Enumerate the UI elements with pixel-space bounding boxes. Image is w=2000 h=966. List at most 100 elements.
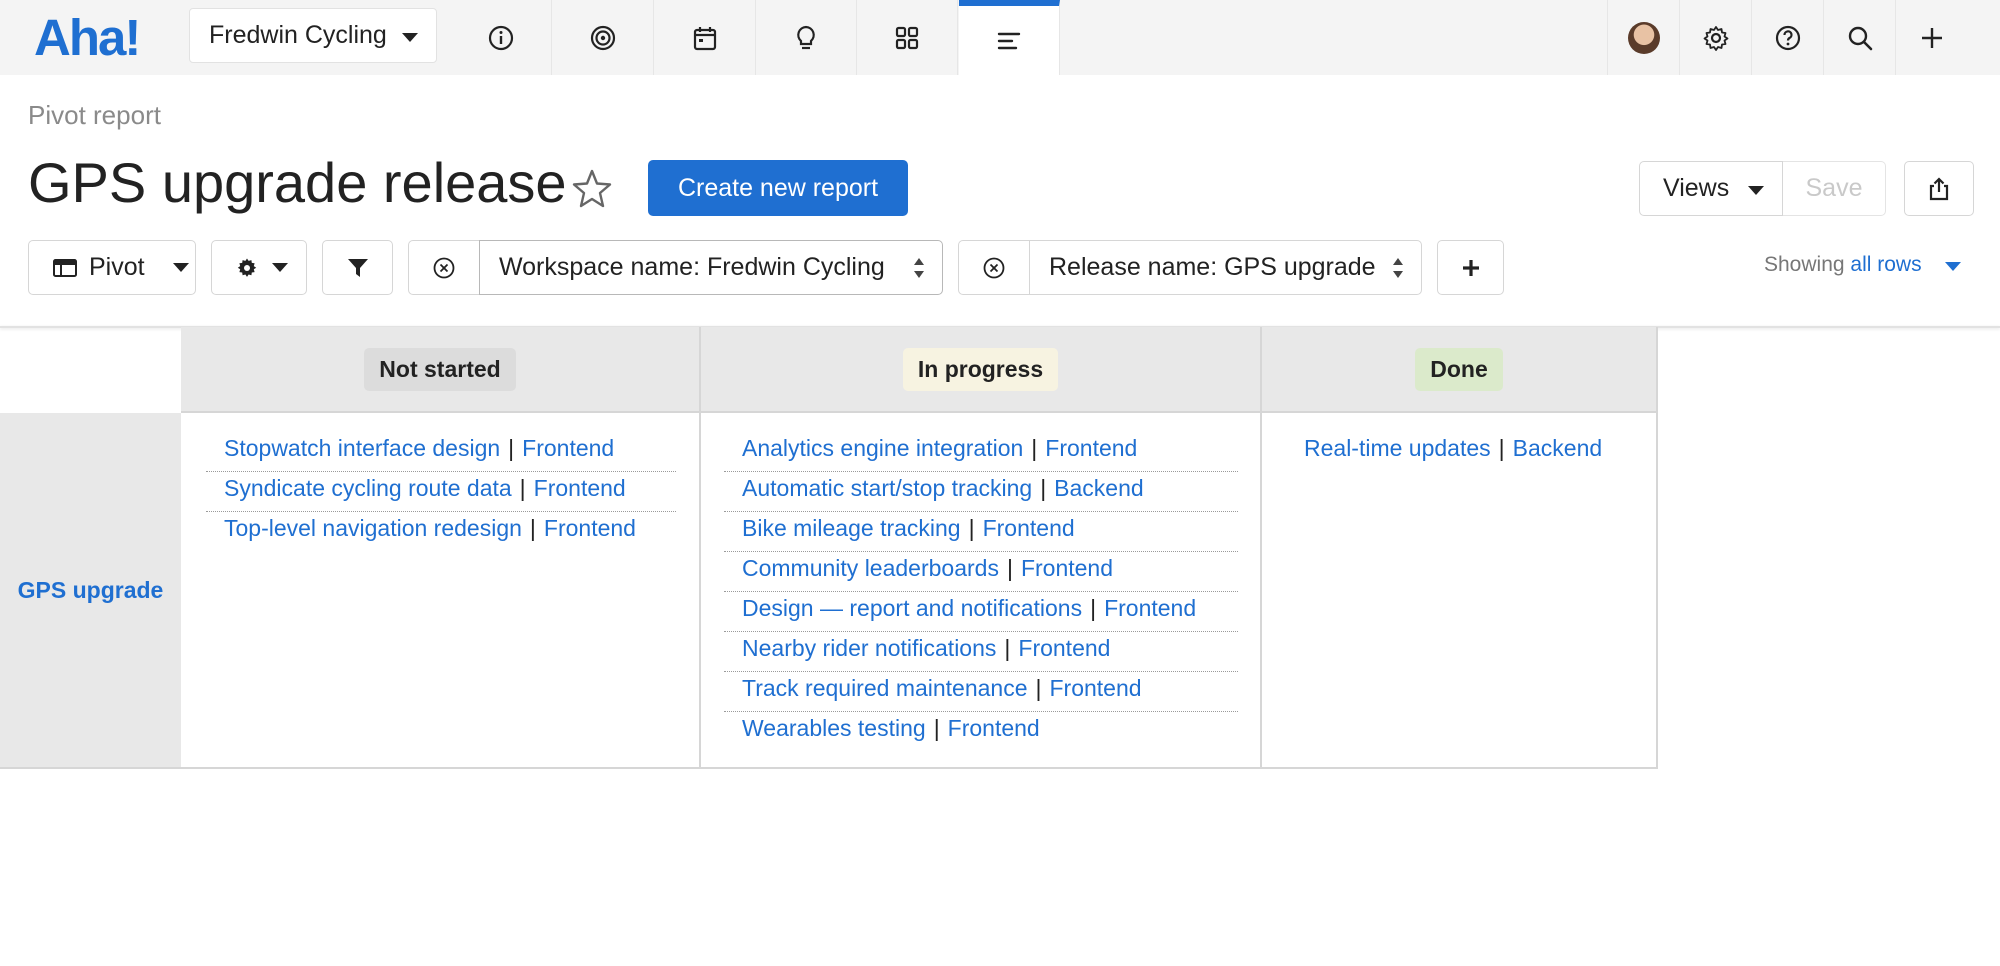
team-link[interactable]: Frontend [522, 435, 614, 461]
chevron-down-icon [402, 33, 418, 42]
column-header-done: Done [1262, 327, 1658, 413]
remove-filter-button[interactable] [958, 240, 1030, 295]
divider [724, 551, 1238, 552]
save-button[interactable]: Save [1783, 161, 1886, 216]
status-badge: Not started [364, 347, 516, 391]
apps-tab[interactable] [857, 0, 958, 75]
sort-arrows-icon [914, 258, 924, 278]
page-title: GPS upgrade release [28, 151, 567, 214]
divider [724, 471, 1238, 472]
help-icon [1775, 25, 1800, 50]
team-link[interactable]: Frontend [948, 715, 1040, 741]
list-item: Automatic start/stop tracking | Backend [742, 475, 1144, 501]
list-item: Track required maintenance | Frontend [742, 675, 1142, 701]
feature-link[interactable]: Automatic start/stop tracking [742, 475, 1032, 501]
team-link[interactable]: Frontend [1045, 435, 1137, 461]
chevron-down-icon[interactable] [1945, 262, 1961, 271]
team-link[interactable]: Frontend [1018, 635, 1110, 661]
help-button[interactable] [1751, 0, 1823, 75]
overview-tab[interactable] [451, 0, 552, 75]
create-new-report-button[interactable]: Create new report [648, 160, 908, 216]
grid-icon [895, 26, 919, 49]
list-item: Real-time updates | Backend [1304, 435, 1603, 461]
search-button[interactable] [1823, 0, 1895, 75]
workspace-filter-select[interactable]: Workspace name: Fredwin Cycling [479, 240, 943, 295]
feature-link[interactable]: Real-time updates [1304, 435, 1491, 461]
breadcrumb[interactable]: Pivot report [28, 100, 161, 131]
roadmap-tab[interactable] [959, 0, 1060, 75]
sort-arrows-icon [1393, 258, 1403, 278]
remove-filter-button[interactable] [408, 240, 480, 295]
list-item: Nearby rider notifications | Frontend [742, 635, 1111, 661]
list-item: Community leaderboards | Frontend [742, 555, 1113, 581]
target-icon [590, 25, 616, 50]
search-icon [1848, 26, 1872, 50]
profile-button[interactable] [1607, 0, 1679, 75]
add-filter-button[interactable] [1437, 240, 1504, 295]
views-button[interactable]: Views [1639, 161, 1783, 216]
plus-icon [1921, 27, 1942, 48]
star-icon[interactable] [570, 167, 614, 211]
team-link[interactable]: Frontend [544, 515, 636, 541]
status-badge: Done [1415, 347, 1503, 391]
top-nav: Aha! Fredwin Cycling [0, 0, 2000, 75]
filter-button[interactable] [322, 240, 393, 295]
all-rows-link[interactable]: all rows [1850, 253, 1921, 276]
avatar [1627, 21, 1660, 54]
divider [724, 591, 1238, 592]
column-header-in-progress: In progress [701, 327, 1262, 413]
feature-link[interactable]: Design — report and notifications [742, 595, 1082, 621]
divider [206, 511, 676, 512]
ideas-tab[interactable] [756, 0, 857, 75]
close-circle-icon [433, 257, 455, 278]
goals-tab[interactable] [553, 0, 654, 75]
column-header-not-started: Not started [181, 327, 701, 413]
feature-link[interactable]: Community leaderboards [742, 555, 999, 581]
feature-link[interactable]: Wearables testing [742, 715, 926, 741]
settings-dropdown[interactable] [211, 240, 307, 295]
list-item: Syndicate cycling route data | Frontend [224, 475, 626, 501]
feature-link[interactable]: Stopwatch interface design [224, 435, 500, 461]
divider [724, 631, 1238, 632]
row-count-indicator: Showing all rows [1764, 253, 1922, 277]
team-link[interactable]: Frontend [983, 515, 1075, 541]
feature-link[interactable]: Nearby rider notifications [742, 635, 996, 661]
team-link[interactable]: Frontend [1104, 595, 1196, 621]
team-link[interactable]: Frontend [1050, 675, 1142, 701]
settings-button[interactable] [1679, 0, 1751, 75]
release-filter-select[interactable]: Release name: GPS upgrade [1029, 240, 1422, 295]
feature-link[interactable]: Syndicate cycling route data [224, 475, 512, 501]
team-link[interactable]: Frontend [1021, 555, 1113, 581]
divider [724, 671, 1238, 672]
feature-link[interactable]: Top-level navigation redesign [224, 515, 522, 541]
workspace-name: Fredwin Cycling [209, 21, 387, 49]
close-circle-icon [983, 257, 1005, 278]
team-link[interactable]: Backend [1054, 475, 1144, 501]
team-link[interactable]: Frontend [534, 475, 626, 501]
gear-icon [1703, 25, 1728, 51]
pivot-cell-not-started: Stopwatch interface design | Frontend Synd… [181, 413, 701, 769]
feature-link[interactable]: Track required maintenance [742, 675, 1028, 701]
share-icon [1929, 176, 1949, 200]
calendar-tab[interactable] [655, 0, 756, 75]
team-link[interactable]: Backend [1513, 435, 1603, 461]
list-item: Wearables testing | Frontend [742, 715, 1040, 741]
workspace-filter-label: Workspace name: Fredwin Cycling [499, 253, 885, 281]
plus-icon [1462, 259, 1479, 276]
pivot-view-button[interactable]: Pivot [28, 240, 196, 295]
add-button[interactable] [1895, 0, 1967, 75]
aha-logo[interactable]: Aha! [34, 8, 141, 67]
pivot-label: Pivot [89, 253, 145, 281]
feature-link[interactable]: Bike mileage tracking [742, 515, 961, 541]
table-icon [53, 258, 77, 277]
gear-icon [237, 258, 257, 277]
chevron-down-icon [1748, 186, 1764, 195]
share-button[interactable] [1904, 161, 1974, 216]
list-item: Analytics engine integration | Frontend [742, 435, 1138, 461]
workspace-selector[interactable]: Fredwin Cycling [189, 8, 437, 63]
row-header-link[interactable]: GPS upgrade [18, 577, 164, 604]
lightbulb-icon [797, 25, 815, 49]
info-icon [488, 25, 514, 50]
divider [724, 711, 1238, 712]
feature-link[interactable]: Analytics engine integration [742, 435, 1023, 461]
